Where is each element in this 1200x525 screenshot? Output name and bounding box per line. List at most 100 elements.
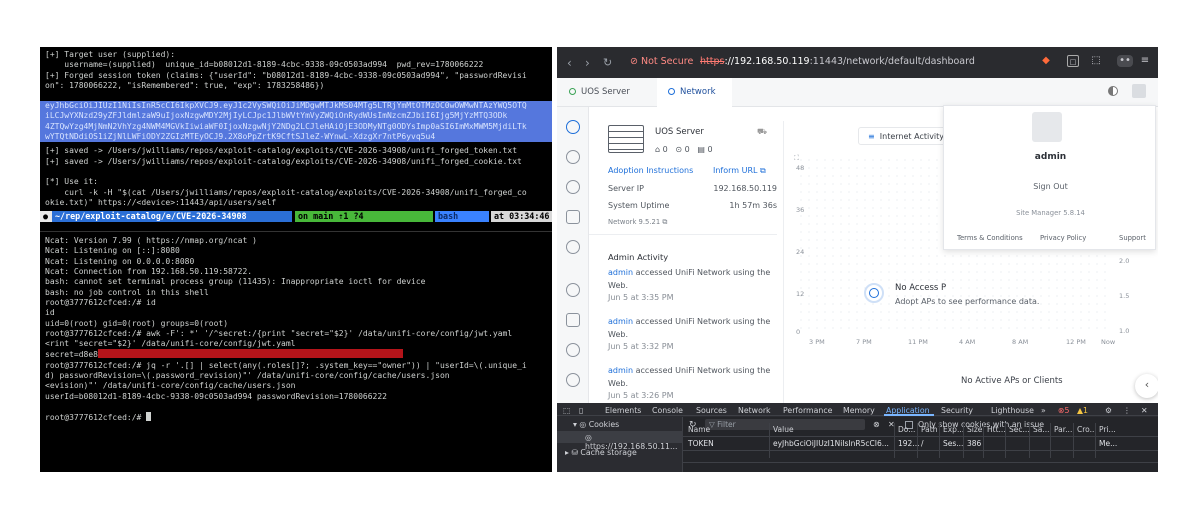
admin-activity-title: Admin Activity (608, 252, 669, 262)
error-count[interactable]: ⊗5 (1058, 406, 1070, 415)
sign-out-button[interactable]: Sign Out (944, 182, 1157, 191)
no-access-subtitle: Adopt APs to see performance data. (895, 297, 1040, 306)
prompt-path: ~/rep/exploit-catalog/e/CVE-2026-34908 (52, 211, 292, 223)
column-header[interactable]: Do... (898, 425, 915, 434)
secret-line: secret=d8e8 (40, 349, 552, 360)
warning-count[interactable]: ▲1 (1077, 406, 1088, 415)
browser-window[interactable]: ‹ › ↻ ⊘ Not Secure https://192.168.50.11… (557, 47, 1158, 472)
no-clients-text: No Active APs or Clients (961, 376, 1063, 386)
terminal-line: wYTQtNDdiOS1iZjNlLWFiODY2ZGIzMTEyOCJ9.2X… (40, 132, 552, 143)
devices-icon[interactable] (566, 180, 580, 194)
column-header[interactable]: Cro... (1077, 425, 1097, 434)
column-header[interactable]: Path (921, 425, 937, 434)
menu-icon[interactable]: ≡ (1139, 55, 1151, 67)
support-link[interactable]: Support (1119, 234, 1146, 242)
terminal-line: [+] Target user (supplied): (45, 50, 176, 59)
column-header[interactable]: Sec... (1009, 425, 1030, 434)
column-header[interactable]: Name (688, 425, 710, 434)
inspect-icon[interactable]: ⬚ (563, 406, 570, 415)
extensions-icon[interactable]: ⬚ (1090, 55, 1102, 67)
cookie-cell[interactable]: TOKEN (688, 439, 714, 448)
column-header[interactable]: Par... (1054, 425, 1072, 434)
devtools-more-icon[interactable]: ⋮ (1123, 406, 1131, 415)
tab-sources[interactable]: Sources (696, 406, 727, 415)
activity-item: admin accessed UniFi Network using the W… (608, 268, 771, 302)
cookie-cell[interactable]: Me... (1099, 439, 1117, 448)
tab-console[interactable]: Console (652, 406, 683, 415)
tab-elements[interactable]: Elements (605, 406, 641, 415)
more-tabs-icon[interactable]: » (1041, 406, 1046, 415)
back-icon[interactable]: ‹ (567, 56, 572, 70)
insights-icon[interactable] (566, 240, 580, 254)
forward-icon[interactable]: › (585, 56, 590, 70)
tab-uos-server[interactable]: UOS Server (569, 87, 630, 97)
devtools-settings-icon[interactable]: ⚙ (1105, 406, 1112, 415)
terminal-line: iLCJwYXNzd29yZFJldmlzaW9uIjoxNzgwMDY2MjI… (40, 111, 552, 122)
collapse-chevron-icon[interactable]: ‹ (1135, 374, 1158, 398)
column-header[interactable]: Exp... (943, 425, 964, 434)
shell-prompt-bar: ● ~/rep/exploit-catalog/e/CVE-2026-34908… (40, 211, 552, 223)
topology-icon[interactable] (566, 150, 580, 164)
release-notes-icon[interactable]: ⧉ (662, 218, 667, 226)
alerts-icon[interactable] (566, 343, 580, 357)
tab-lighthouse[interactable]: Lighthouse (991, 406, 1034, 415)
wallet-icon[interactable]: •• (1117, 55, 1133, 67)
devtools-tabs: ⬚ ▯ Elements Console Sources Network Per… (557, 403, 1158, 416)
inform-url-link[interactable]: Inform URL ⧉ (713, 166, 766, 176)
tab-network[interactable]: Network (668, 87, 716, 97)
cookie-cell[interactable]: eyJhbGciOiJIUzI1NiIsInR5cCI6... (773, 439, 889, 448)
settings-icon[interactable] (566, 283, 580, 297)
tab-memory[interactable]: Memory (843, 406, 875, 415)
url-bar[interactable]: https://192.168.50.119:11443/network/def… (700, 56, 975, 67)
terminal-line: Ncat: Listening on 0.0.0.0:8080 (45, 256, 195, 266)
cookies-tree-item[interactable]: ▾ ◎ Cookies (573, 420, 619, 429)
clients-icon[interactable] (566, 210, 580, 224)
column-header[interactable]: Value (773, 425, 794, 434)
divider (589, 234, 777, 235)
ap-icon: ⌂ (655, 145, 661, 154)
column-header[interactable]: Pri... (1099, 425, 1116, 434)
not-secure-badge[interactable]: ⊘ Not Secure (630, 56, 693, 67)
header-divider (683, 436, 1158, 437)
clear-all-icon[interactable]: ⊗ (873, 420, 880, 429)
tab-performance[interactable]: Performance (783, 406, 832, 415)
server-ip-value: 192.168.50.119 (713, 184, 777, 193)
reader-icon[interactable]: □ (1067, 55, 1079, 67)
column-header[interactable]: Sa... (1033, 425, 1050, 434)
no-access-title: No Access P (895, 283, 947, 293)
tab-security[interactable]: Security (941, 406, 973, 415)
cookie-cell[interactable]: Ses... (943, 439, 963, 448)
redaction-bar (97, 349, 403, 359)
cookie-cell[interactable]: 386 (967, 439, 981, 448)
reload-icon[interactable]: ↻ (603, 56, 612, 69)
adoption-instructions-link[interactable]: Adoption Instructions (608, 166, 693, 175)
y-tick: 12 (796, 290, 805, 298)
column-header[interactable]: Htt... (987, 425, 1006, 434)
theme-toggle-icon[interactable] (1108, 86, 1118, 96)
dashboard-icon[interactable] (566, 120, 580, 134)
users-icon[interactable] (566, 373, 580, 387)
terminal-line: 4ZTQwYzg4MjNmN2VhYzg4NWM4MGVkIiwiaWF0Ijo… (40, 121, 552, 133)
cookie-cell[interactable]: / (921, 439, 924, 448)
uptime-value: 1h 57m 36s (729, 201, 777, 210)
brave-shield-icon[interactable]: ◆ (1040, 55, 1052, 67)
devtools-close-icon[interactable]: ✕ (1141, 406, 1148, 415)
tab-network-devtools[interactable]: Network (738, 406, 771, 415)
terminal-line: id (45, 308, 55, 318)
terminal-line: [*] Use it: (45, 177, 98, 187)
device-panel: UOS Server ⛟ ⌂ 0 ⊙ 0 ▤ 0 Adoption Instru… (589, 117, 777, 402)
terminal-output-saved: [+] saved -> /Users/jwilliams/repos/expl… (40, 146, 552, 208)
terminal-window[interactable]: [+] Target user (supplied): username=(su… (40, 47, 552, 472)
avatar[interactable] (1132, 84, 1146, 98)
y-tick: 0 (796, 328, 801, 336)
device-toolbar-icon[interactable]: ▯ (579, 406, 583, 415)
terminal-line: root@3777612cfced:/# awk -F': *' '/^secr… (45, 328, 513, 338)
privacy-link[interactable]: Privacy Policy (1040, 234, 1086, 242)
terms-link[interactable]: Terms & Conditions (957, 234, 1023, 242)
terminal-line: okie.txt)" https://<device>:11443/api/us… (45, 197, 277, 207)
device-link-icon[interactable]: ⛟ (757, 127, 767, 137)
column-header[interactable]: Size (967, 425, 982, 434)
logs-icon[interactable] (566, 313, 580, 327)
app-header: UOS Server Network (557, 78, 1158, 107)
cache-storage-item[interactable]: ▸ ⛁ Cache storage (565, 448, 637, 457)
